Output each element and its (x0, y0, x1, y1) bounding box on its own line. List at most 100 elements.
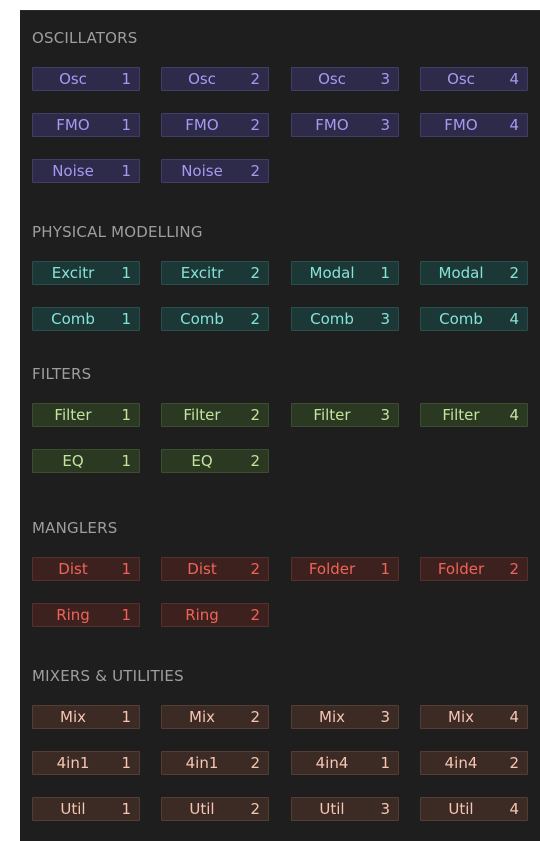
module-button-eq-2[interactable]: EQ 2 (161, 449, 269, 473)
module-name: Folder (308, 560, 356, 578)
module-name: Folder (437, 560, 485, 578)
module-name: FMO (444, 116, 478, 134)
module-number: 4 (509, 116, 519, 134)
module-button-util-2[interactable]: Util 2 (161, 797, 269, 821)
module-button-excitr-1[interactable]: Excitr 1 (32, 261, 140, 285)
section-title: PHYSICAL MODELLING (32, 223, 203, 241)
module-number: 3 (380, 70, 390, 88)
module-number: 2 (250, 708, 260, 726)
module-name: Modal (309, 264, 355, 282)
module-name: Filter (313, 406, 351, 424)
module-number: 2 (250, 800, 260, 818)
module-name: Comb (310, 310, 354, 328)
module-number: 3 (380, 406, 390, 424)
module-button-fmo-3[interactable]: FMO 3 (291, 113, 399, 137)
module-button-mix-4[interactable]: Mix 4 (420, 705, 528, 729)
module-number: 2 (250, 452, 260, 470)
module-button-mix-2[interactable]: Mix 2 (161, 705, 269, 729)
module-button-4in4-2[interactable]: 4in4 2 (420, 751, 528, 775)
module-number: 2 (250, 406, 260, 424)
module-name: Mix (189, 708, 215, 726)
module-button-4in1-2[interactable]: 4in1 2 (161, 751, 269, 775)
module-name: EQ (191, 452, 213, 470)
module-name: Ring (56, 606, 90, 624)
module-number: 1 (121, 116, 131, 134)
module-button-osc-2[interactable]: Osc 2 (161, 67, 269, 91)
module-browser-panel: OSCILLATORS Osc 1 Osc 2 Osc 3 Osc 4 FMO 1 FMO 2 FMO 3 F… (20, 10, 540, 841)
section-title: MIXERS & UTILITIES (32, 667, 184, 685)
module-button-fmo-4[interactable]: FMO 4 (420, 113, 528, 137)
module-button-osc-3[interactable]: Osc 3 (291, 67, 399, 91)
module-number: 2 (250, 162, 260, 180)
module-button-comb-4[interactable]: Comb 4 (420, 307, 528, 331)
module-name: Noise (181, 162, 223, 180)
module-number: 2 (250, 560, 260, 578)
module-button-osc-1[interactable]: Osc 1 (32, 67, 140, 91)
module-button-dist-1[interactable]: Dist 1 (32, 557, 140, 581)
module-button-4in1-1[interactable]: 4in1 1 (32, 751, 140, 775)
module-name: Comb (51, 310, 95, 328)
module-button-excitr-2[interactable]: Excitr 2 (161, 261, 269, 285)
module-button-4in4-1[interactable]: 4in4 1 (291, 751, 399, 775)
module-button-eq-1[interactable]: EQ 1 (32, 449, 140, 473)
module-number: 1 (380, 560, 390, 578)
module-name: Filter (54, 406, 92, 424)
module-name: Filter (183, 406, 221, 424)
module-number: 1 (121, 264, 131, 282)
module-number: 2 (509, 264, 519, 282)
module-number: 4 (509, 708, 519, 726)
module-name: EQ (62, 452, 84, 470)
module-number: 3 (380, 708, 390, 726)
module-button-mix-1[interactable]: Mix 1 (32, 705, 140, 729)
module-button-noise-2[interactable]: Noise 2 (161, 159, 269, 183)
module-number: 1 (121, 754, 131, 772)
module-number: 1 (121, 70, 131, 88)
module-number: 4 (509, 310, 519, 328)
module-button-folder-2[interactable]: Folder 2 (420, 557, 528, 581)
module-number: 2 (250, 310, 260, 328)
module-number: 3 (380, 800, 390, 818)
module-button-dist-2[interactable]: Dist 2 (161, 557, 269, 581)
module-number: 2 (250, 754, 260, 772)
section-title: FILTERS (32, 365, 92, 383)
module-button-comb-2[interactable]: Comb 2 (161, 307, 269, 331)
module-name: Excitr (51, 264, 95, 282)
module-name: Util (189, 800, 215, 818)
module-button-mix-3[interactable]: Mix 3 (291, 705, 399, 729)
module-name: Util (448, 800, 474, 818)
module-button-modal-1[interactable]: Modal 1 (291, 261, 399, 285)
module-name: Ring (185, 606, 219, 624)
module-name: FMO (56, 116, 90, 134)
module-name: Mix (448, 708, 474, 726)
module-number: 4 (509, 800, 519, 818)
module-button-filter-4[interactable]: Filter 4 (420, 403, 528, 427)
module-button-util-4[interactable]: Util 4 (420, 797, 528, 821)
module-name: Osc (318, 70, 346, 88)
module-button-filter-2[interactable]: Filter 2 (161, 403, 269, 427)
module-button-osc-4[interactable]: Osc 4 (420, 67, 528, 91)
module-button-filter-1[interactable]: Filter 1 (32, 403, 140, 427)
module-button-filter-3[interactable]: Filter 3 (291, 403, 399, 427)
module-button-util-3[interactable]: Util 3 (291, 797, 399, 821)
module-button-folder-1[interactable]: Folder 1 (291, 557, 399, 581)
section-title: OSCILLATORS (32, 29, 138, 47)
module-number: 4 (509, 406, 519, 424)
module-number: 1 (121, 560, 131, 578)
module-button-util-1[interactable]: Util 1 (32, 797, 140, 821)
module-name: 4in1 (56, 754, 90, 772)
module-button-ring-2[interactable]: Ring 2 (161, 603, 269, 627)
module-name: Util (319, 800, 345, 818)
module-button-modal-2[interactable]: Modal 2 (420, 261, 528, 285)
module-button-comb-1[interactable]: Comb 1 (32, 307, 140, 331)
module-number: 3 (380, 116, 390, 134)
module-button-fmo-2[interactable]: FMO 2 (161, 113, 269, 137)
module-button-comb-3[interactable]: Comb 3 (291, 307, 399, 331)
module-button-fmo-1[interactable]: FMO 1 (32, 113, 140, 137)
module-number: 2 (250, 70, 260, 88)
module-name: Osc (188, 70, 216, 88)
module-name: Filter (442, 406, 480, 424)
module-button-noise-1[interactable]: Noise 1 (32, 159, 140, 183)
module-name: FMO (185, 116, 219, 134)
module-name: Modal (438, 264, 484, 282)
module-button-ring-1[interactable]: Ring 1 (32, 603, 140, 627)
